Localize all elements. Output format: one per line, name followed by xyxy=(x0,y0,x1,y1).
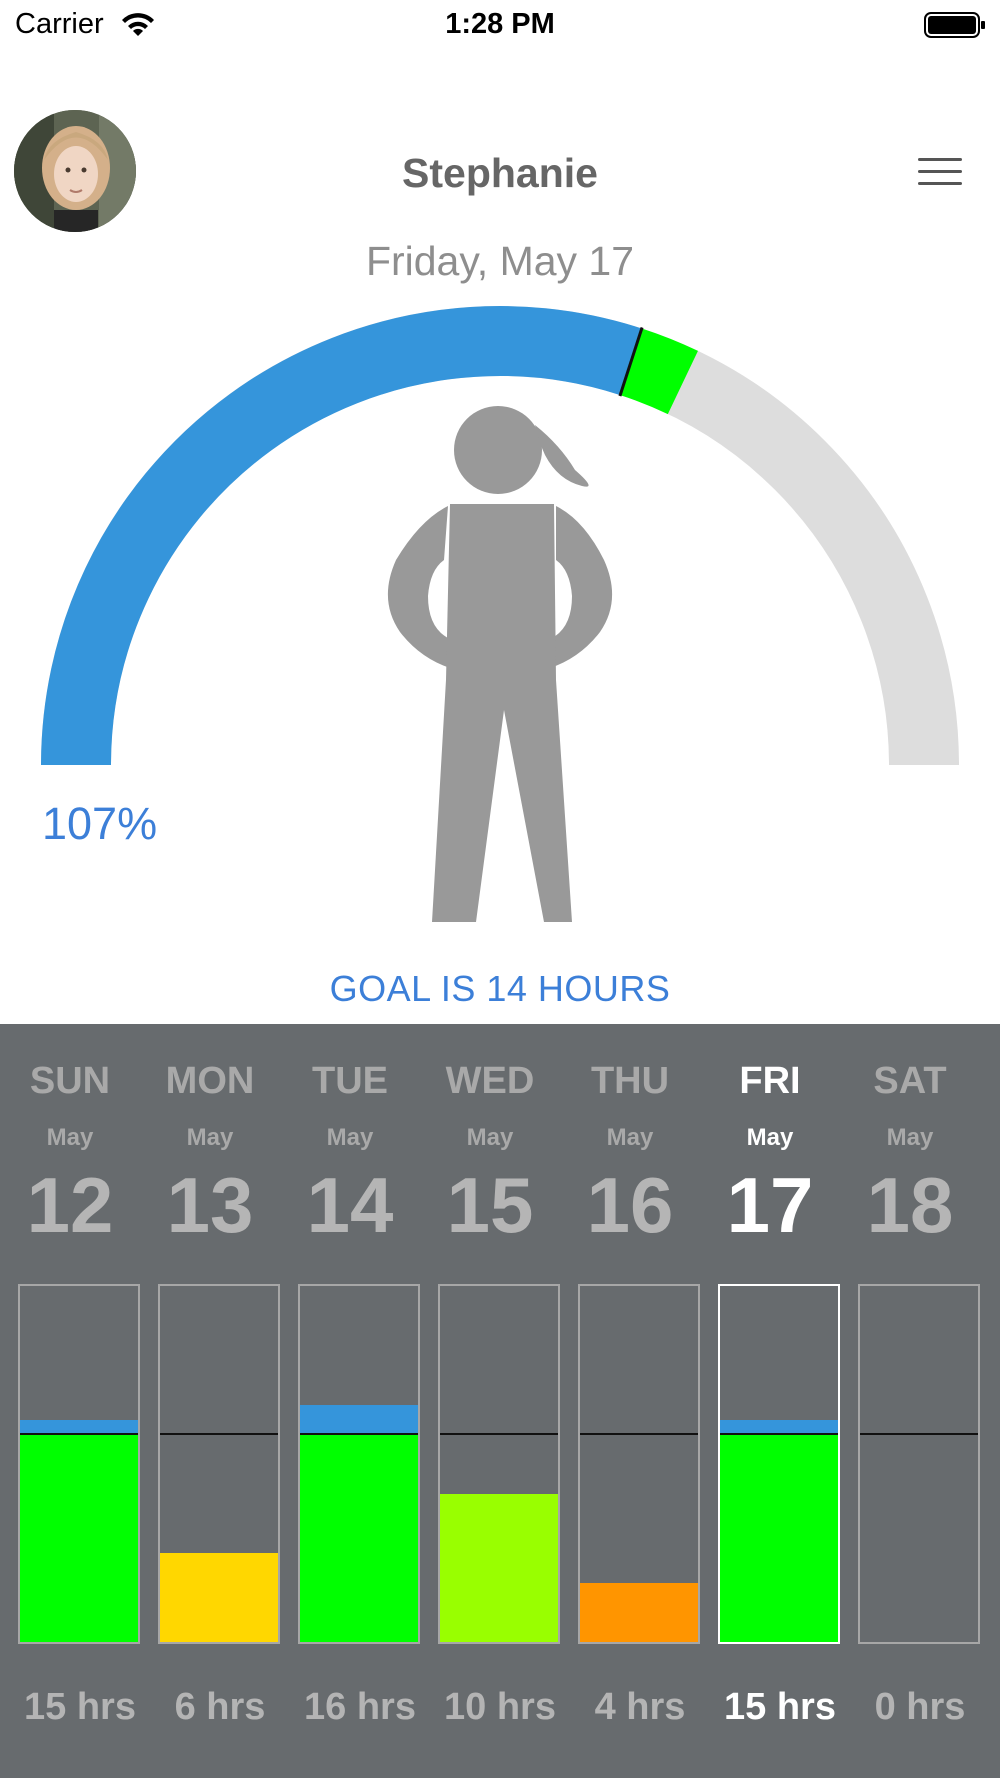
day-column-tue[interactable]: TUE May 14 16 hrs xyxy=(280,1024,420,1778)
day-number: 14 xyxy=(306,1161,394,1249)
day-bar-fill xyxy=(440,1493,558,1642)
day-bar-over-goal xyxy=(300,1404,418,1435)
day-month: May xyxy=(326,1124,374,1151)
day-month: May xyxy=(466,1124,514,1151)
day-bar-over-goal xyxy=(720,1419,838,1435)
day-hours-label: 15 hrs xyxy=(724,1686,836,1728)
day-number: 12 xyxy=(26,1161,114,1249)
user-name: Stephanie xyxy=(402,150,598,196)
day-hours-label: 4 hrs xyxy=(594,1686,686,1728)
day-bar-over-goal xyxy=(20,1419,138,1435)
gauge-over-goal-arc xyxy=(619,328,698,415)
day-column-fri[interactable]: FRI May 17 15 hrs xyxy=(700,1024,840,1778)
day-name: TUE xyxy=(312,1060,388,1102)
day-progress-bar xyxy=(578,1284,700,1644)
day-goal-line xyxy=(160,1433,278,1436)
daily-progress-gauge xyxy=(41,306,959,922)
weekly-summary-panel: SUN May 12 15 hrs MON May 13 6 hrs TUE May 14 16 hr… xyxy=(0,1024,1000,1778)
day-progress-bar xyxy=(158,1284,280,1644)
day-column-thu[interactable]: THU May 16 4 hrs xyxy=(560,1024,700,1778)
day-number: 17 xyxy=(726,1161,814,1249)
day-name: SUN xyxy=(29,1060,111,1102)
day-progress-bar xyxy=(718,1284,840,1644)
day-goal-line xyxy=(860,1433,978,1436)
day-bar-fill xyxy=(20,1434,138,1642)
selected-date: Friday, May 17 xyxy=(365,238,635,284)
day-bar-fill xyxy=(580,1582,698,1642)
battery-full-icon xyxy=(924,12,985,38)
clock: 1:28 PM xyxy=(445,8,555,40)
day-number: 15 xyxy=(446,1161,534,1249)
day-goal-line xyxy=(20,1433,138,1436)
day-progress-bar xyxy=(858,1284,980,1644)
day-goal-line xyxy=(440,1433,558,1436)
day-goal-line xyxy=(720,1433,838,1436)
day-name: THU xyxy=(590,1060,670,1102)
day-hours-label: 6 hrs xyxy=(174,1686,266,1728)
day-hours-label: 10 hrs xyxy=(444,1686,556,1728)
girl-figure-icon xyxy=(387,406,613,922)
day-column-sun[interactable]: SUN May 12 15 hrs xyxy=(0,1024,140,1778)
day-month: May xyxy=(746,1124,794,1151)
day-column-wed[interactable]: WED May 15 10 hrs xyxy=(420,1024,560,1778)
day-hours-label: 16 hrs xyxy=(304,1686,416,1728)
day-month: May xyxy=(186,1124,234,1151)
day-number: 13 xyxy=(166,1161,254,1249)
day-hours-label: 0 hrs xyxy=(874,1686,966,1728)
day-progress-bar xyxy=(298,1284,420,1644)
day-column-mon[interactable]: MON May 13 6 hrs xyxy=(140,1024,280,1778)
day-month: May xyxy=(46,1124,94,1151)
day-number: 18 xyxy=(866,1161,954,1249)
hamburger-menu-icon[interactable] xyxy=(918,156,962,188)
day-progress-bar xyxy=(18,1284,140,1644)
day-goal-line xyxy=(300,1433,418,1436)
goal-label: GOAL IS 14 HOURS xyxy=(329,968,671,1009)
status-bar: Carrier 1:28 PM xyxy=(0,0,1000,52)
goal-percent-label: 107% xyxy=(42,798,158,849)
day-name: MON xyxy=(165,1060,255,1102)
day-name: WED xyxy=(445,1060,535,1102)
day-hours-label: 15 hrs xyxy=(24,1686,136,1728)
day-bar-fill xyxy=(160,1553,278,1642)
day-bar-fill xyxy=(720,1434,838,1642)
day-column-sat[interactable]: SAT May 18 0 hrs xyxy=(840,1024,980,1778)
day-month: May xyxy=(886,1124,934,1151)
day-progress-bar xyxy=(438,1284,560,1644)
day-number: 16 xyxy=(586,1161,674,1249)
day-goal-line xyxy=(580,1433,698,1436)
day-name: FRI xyxy=(739,1060,801,1102)
day-name: SAT xyxy=(873,1060,947,1102)
day-month: May xyxy=(606,1124,654,1151)
day-bar-fill xyxy=(300,1434,418,1642)
